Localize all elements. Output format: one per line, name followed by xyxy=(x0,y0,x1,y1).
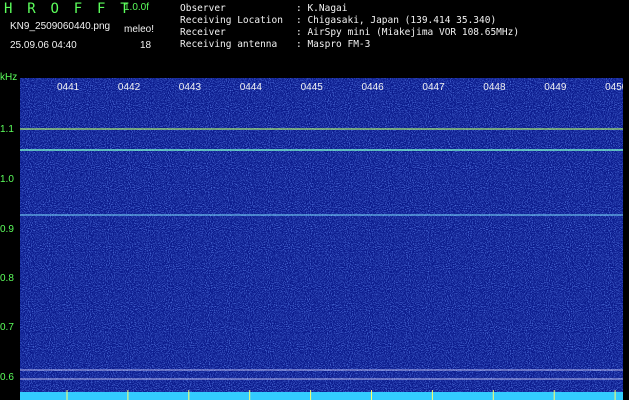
y-axis-tick-1-1: 1.1 xyxy=(0,124,14,135)
y-axis-tick-0-9: 0.9 xyxy=(0,224,14,235)
time-label-0445: 0445 xyxy=(301,82,324,93)
time-label-0442: 0442 xyxy=(118,82,141,93)
time-label-0441: 0441 xyxy=(57,82,80,93)
info-key-antenna: Receiving antenna xyxy=(180,39,278,50)
info-value-receiver: : AirSpy mini (Miakejima VOR 108.65MHz) xyxy=(296,27,520,38)
time-label-0446: 0446 xyxy=(362,82,385,93)
time-label-0444: 0444 xyxy=(240,82,263,93)
info-key-observer: Observer xyxy=(180,3,226,14)
datetime-label: 25.09.06 04:40 xyxy=(10,40,77,51)
meleo-count: 18 xyxy=(140,40,152,51)
y-axis-tick-0-6: 0.6 xyxy=(0,372,14,383)
spectrogram-speckle xyxy=(20,78,623,400)
info-key-location: Receiving Location xyxy=(180,15,283,26)
filename-label: KN9_2509060440.png xyxy=(10,21,111,32)
info-value-location: : Chigasaki, Japan (139.414 35.340) xyxy=(296,15,497,26)
info-value-antenna: : Maspro FM-3 xyxy=(296,39,371,50)
time-label-0447: 0447 xyxy=(422,82,445,93)
time-label-0443: 0443 xyxy=(179,82,202,93)
meleo-label: meleo! xyxy=(124,24,155,35)
y-axis-tick-0-8: 0.8 xyxy=(0,273,14,284)
info-value-observer: : K.Nagai xyxy=(296,3,348,14)
y-axis-tick-0-7: 0.7 xyxy=(0,322,14,333)
app-title: H R O F F T xyxy=(4,1,132,17)
y-axis-unit: kHz xyxy=(0,72,18,83)
time-label-0448: 0448 xyxy=(483,82,506,93)
floor-band xyxy=(20,392,623,400)
info-key-receiver: Receiver xyxy=(180,27,226,38)
time-label-0450: 0450 xyxy=(605,82,623,93)
time-label-0449: 0449 xyxy=(544,82,567,93)
y-axis-tick-1-0: 1.0 xyxy=(0,174,14,185)
version-label: 1.0.0f xyxy=(124,2,150,13)
spectrogram: 0441 0442 0443 0444 0445 0446 0447 0448 0449 0450 xyxy=(20,78,623,400)
